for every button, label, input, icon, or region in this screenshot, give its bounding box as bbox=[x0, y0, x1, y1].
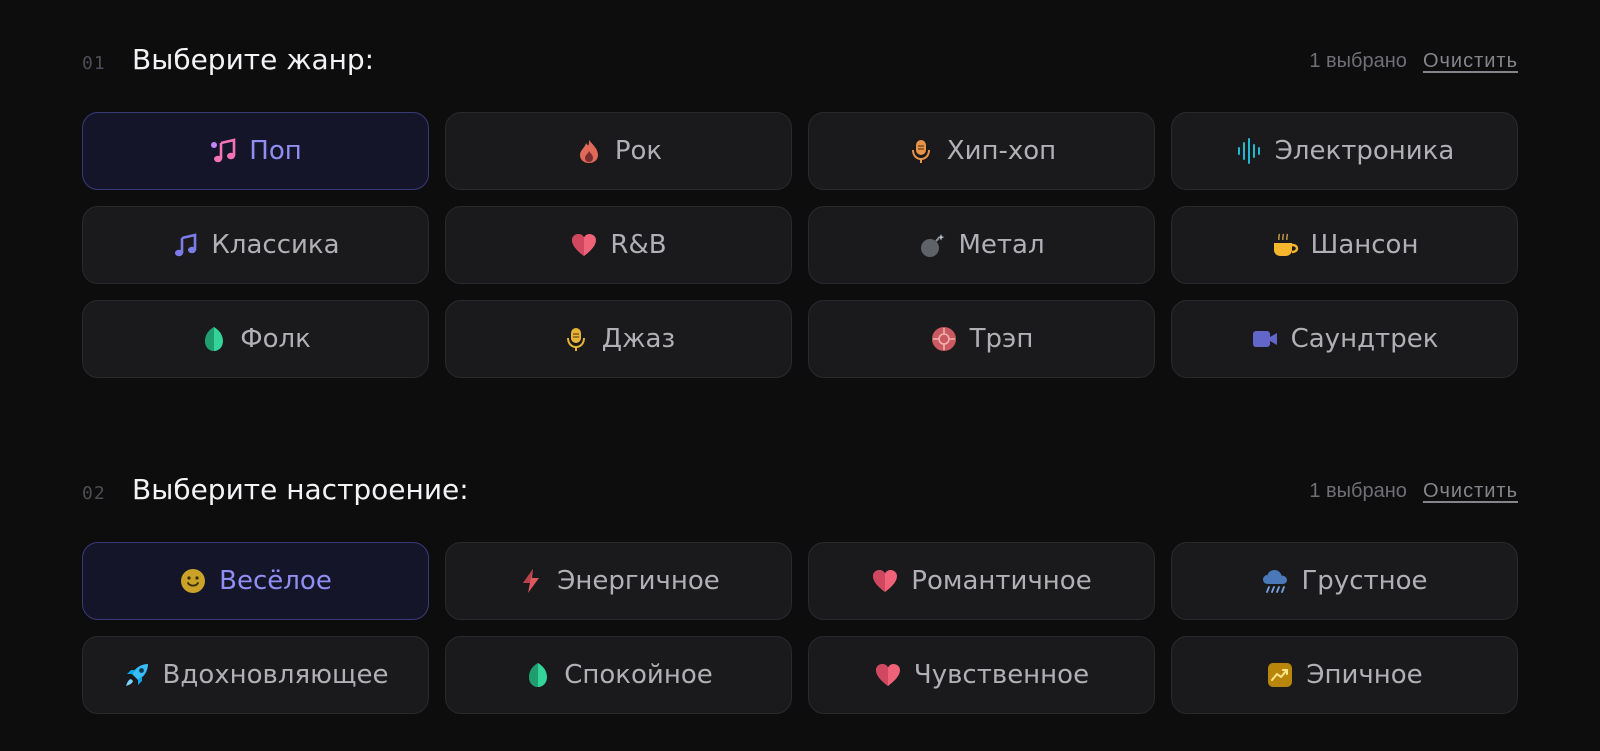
option-label: Энергичное bbox=[557, 566, 720, 596]
genre-option-rock[interactable]: Рок bbox=[445, 112, 792, 190]
mood-option-sensual[interactable]: Чувственное bbox=[808, 636, 1155, 714]
heart-icon bbox=[570, 231, 598, 259]
option-label: Классика bbox=[211, 230, 340, 260]
genre-option-soundtrack[interactable]: Саундтрек bbox=[1171, 300, 1518, 378]
option-label: Хип-хоп bbox=[946, 136, 1057, 166]
mood-clear-button[interactable]: Очистить bbox=[1423, 480, 1518, 503]
fire-icon bbox=[575, 137, 603, 165]
option-label: Поп bbox=[249, 136, 302, 166]
mood-option-energetic[interactable]: Энергичное bbox=[445, 542, 792, 620]
microphone-icon bbox=[562, 325, 590, 353]
sound-wave-icon bbox=[1235, 137, 1263, 165]
mood-header: 02 Выберите настроение: 1 выбрано Очисти… bbox=[82, 470, 1518, 510]
lightning-icon bbox=[517, 567, 545, 595]
mood-options-grid: Весёлое Энергичное Романтичное Грустное … bbox=[82, 542, 1518, 714]
music-note-icon bbox=[171, 231, 199, 259]
mood-section: 02 Выберите настроение: 1 выбрано Очисти… bbox=[82, 470, 1518, 714]
heart-icon bbox=[874, 661, 902, 689]
option-label: Саундтрек bbox=[1290, 324, 1439, 354]
option-label: Трэп bbox=[969, 324, 1034, 354]
crosshair-icon bbox=[930, 325, 958, 353]
mood-title: Выберите настроение: bbox=[132, 473, 469, 506]
genre-option-chanson[interactable]: Шансон bbox=[1171, 206, 1518, 284]
leaf-icon bbox=[524, 661, 552, 689]
option-label: Грустное bbox=[1301, 566, 1428, 596]
rocket-icon bbox=[123, 661, 151, 689]
genre-option-pop[interactable]: Поп bbox=[82, 112, 429, 190]
genre-option-hiphop[interactable]: Хип-хоп bbox=[808, 112, 1155, 190]
mood-selected-count: 1 выбрано bbox=[1309, 480, 1407, 502]
mood-option-calm[interactable]: Спокойное bbox=[445, 636, 792, 714]
microphone-icon bbox=[907, 137, 935, 165]
option-label: Спокойное bbox=[564, 660, 713, 690]
genre-option-rnb[interactable]: R&B bbox=[445, 206, 792, 284]
genre-title: Выберите жанр: bbox=[132, 43, 375, 76]
step-number: 01 bbox=[82, 53, 106, 74]
mood-option-sad[interactable]: Грустное bbox=[1171, 542, 1518, 620]
option-label: Чувственное bbox=[913, 660, 1090, 690]
bomb-icon bbox=[918, 231, 946, 259]
leaf-icon bbox=[200, 325, 228, 353]
option-label: Метал bbox=[958, 230, 1045, 260]
step-number: 02 bbox=[82, 483, 106, 504]
genre-option-metal[interactable]: Метал bbox=[808, 206, 1155, 284]
rain-cloud-icon bbox=[1261, 567, 1289, 595]
option-label: Романтичное bbox=[911, 566, 1092, 596]
genre-header: 01 Выберите жанр: 1 выбрано Очистить bbox=[82, 40, 1518, 80]
mood-option-inspiring[interactable]: Вдохновляющее bbox=[82, 636, 429, 714]
genre-option-folk[interactable]: Фолк bbox=[82, 300, 429, 378]
mood-option-epic[interactable]: Эпичное bbox=[1171, 636, 1518, 714]
option-label: Эпичное bbox=[1306, 660, 1423, 690]
option-label: R&B bbox=[610, 230, 667, 260]
genre-option-jazz[interactable]: Джаз bbox=[445, 300, 792, 378]
mood-meta: 1 выбрано Очистить bbox=[1309, 480, 1518, 503]
mood-option-cheerful[interactable]: Весёлое bbox=[82, 542, 429, 620]
smiley-icon bbox=[179, 567, 207, 595]
option-label: Фолк bbox=[240, 324, 311, 354]
music-notes-icon bbox=[209, 137, 237, 165]
chart-up-icon bbox=[1266, 661, 1294, 689]
option-label: Джаз bbox=[601, 324, 676, 354]
coffee-cup-icon bbox=[1271, 231, 1299, 259]
heart-icon bbox=[871, 567, 899, 595]
mood-option-romantic[interactable]: Романтичное bbox=[808, 542, 1155, 620]
genre-options-grid: Поп Рок Хип-хоп Электроника Классика R&B… bbox=[82, 112, 1518, 378]
genre-section: 01 Выберите жанр: 1 выбрано Очистить Поп… bbox=[82, 40, 1518, 378]
video-camera-icon bbox=[1251, 325, 1279, 353]
option-label: Весёлое bbox=[219, 566, 332, 596]
genre-option-trap[interactable]: Трэп bbox=[808, 300, 1155, 378]
option-label: Шансон bbox=[1310, 230, 1419, 260]
genre-clear-button[interactable]: Очистить bbox=[1423, 50, 1518, 73]
option-label: Электроника bbox=[1274, 136, 1455, 166]
genre-meta: 1 выбрано Очистить bbox=[1309, 50, 1518, 73]
genre-option-classical[interactable]: Классика bbox=[82, 206, 429, 284]
option-label: Рок bbox=[614, 136, 663, 166]
genre-option-electronic[interactable]: Электроника bbox=[1171, 112, 1518, 190]
genre-selected-count: 1 выбрано bbox=[1309, 50, 1407, 72]
option-label: Вдохновляющее bbox=[162, 660, 389, 690]
